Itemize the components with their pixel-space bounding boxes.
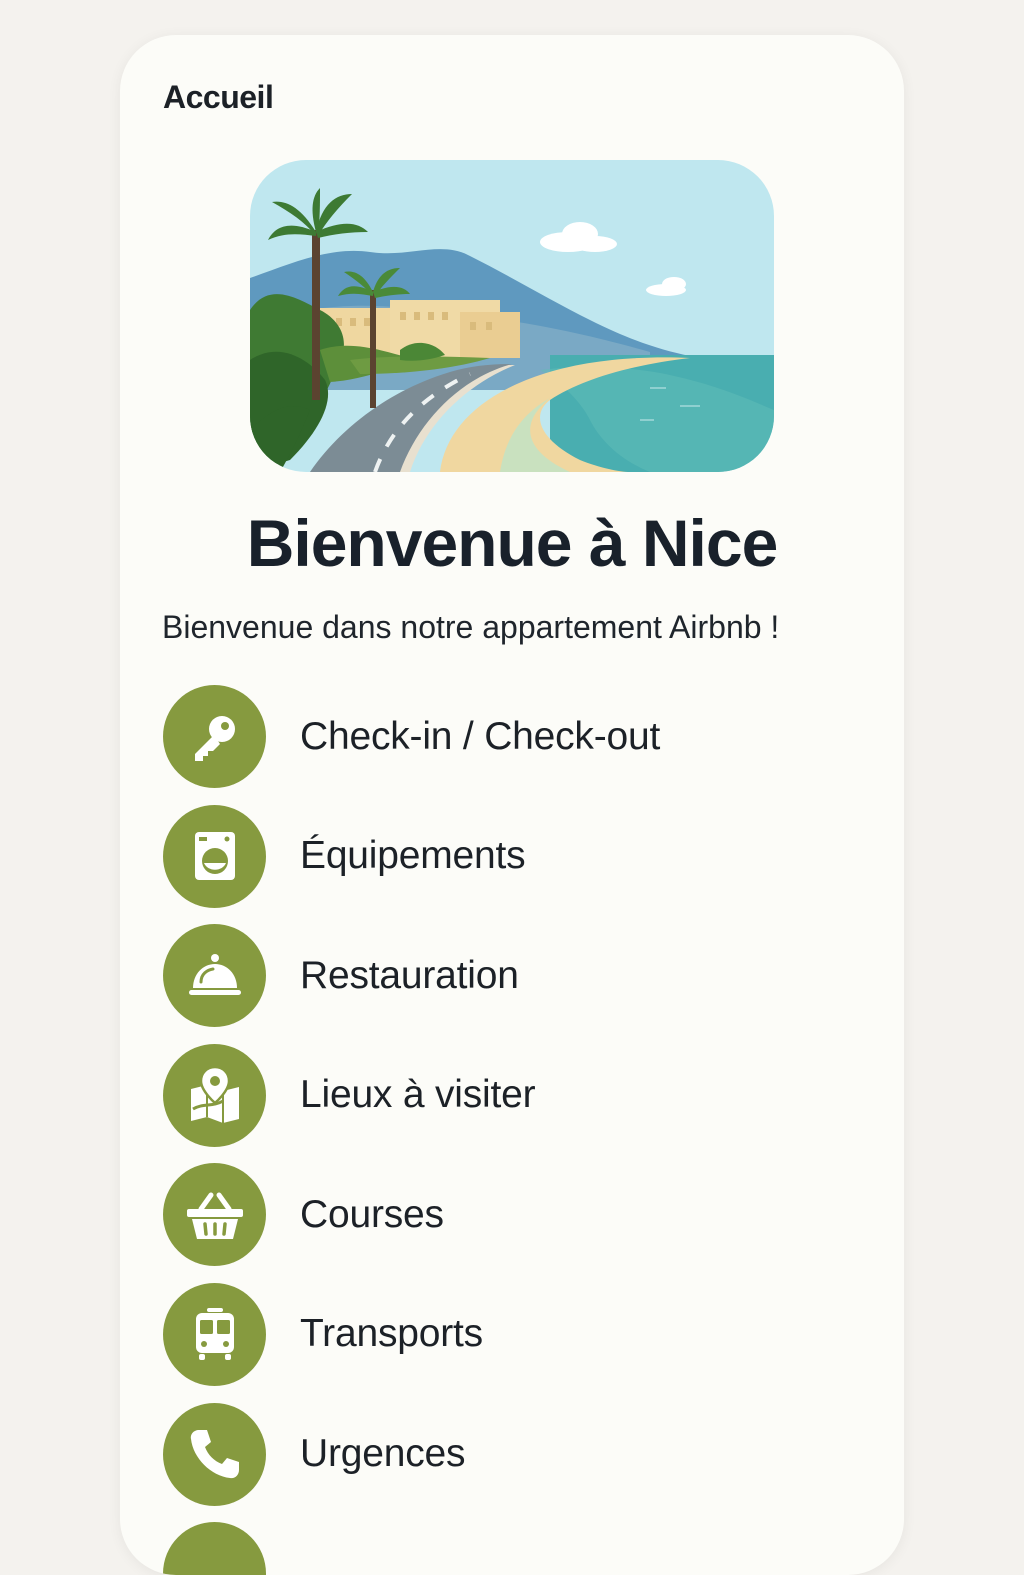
cloche-icon	[163, 924, 266, 1028]
menu-item-label: Courses	[300, 1192, 444, 1236]
welcome-heading: Bienvenue à Nice	[246, 506, 779, 580]
app-screen: Accueil Bienvenue à Nice Bienvenue dans …	[120, 35, 904, 1575]
menu-item-check-in[interactable]: Check-in / Check-out	[163, 685, 863, 788]
menu-item-urgences[interactable]: Urgences	[163, 1402, 863, 1506]
hero-illustration	[250, 160, 774, 472]
menu-item-lieux[interactable]: Lieux à visiter	[163, 1043, 863, 1147]
menu-item-restauration[interactable]: Restauration	[163, 924, 863, 1028]
menu-item-courses[interactable]: Courses	[163, 1163, 863, 1267]
tram-icon	[163, 1282, 266, 1386]
menu-icon-partial	[163, 1522, 266, 1575]
page-title: Accueil	[163, 79, 274, 115]
menu-item-transports[interactable]: Transports	[163, 1282, 863, 1386]
menu-item-label: Check-in / Check-out	[300, 714, 661, 758]
menu-item-label: Transports	[300, 1312, 483, 1356]
menu-item-equipements[interactable]: Équipements	[163, 804, 863, 908]
menu-item-label: Restauration	[300, 953, 519, 997]
menu-item-label: Urgences	[300, 1432, 466, 1476]
key-icon	[163, 685, 266, 788]
menu-item-partial[interactable]	[163, 1522, 863, 1575]
washing-machine-icon	[163, 804, 266, 908]
phone-icon	[163, 1402, 266, 1506]
menu-item-label: Lieux à visiter	[300, 1073, 536, 1117]
map-pin-icon	[163, 1043, 266, 1147]
welcome-text: Bienvenue dans notre appartement Airbnb …	[162, 609, 780, 645]
menu-list: Check-in / Check-out Équipements Restaur…	[163, 685, 863, 1575]
basket-icon	[163, 1163, 266, 1267]
menu-item-label: Équipements	[300, 834, 526, 878]
